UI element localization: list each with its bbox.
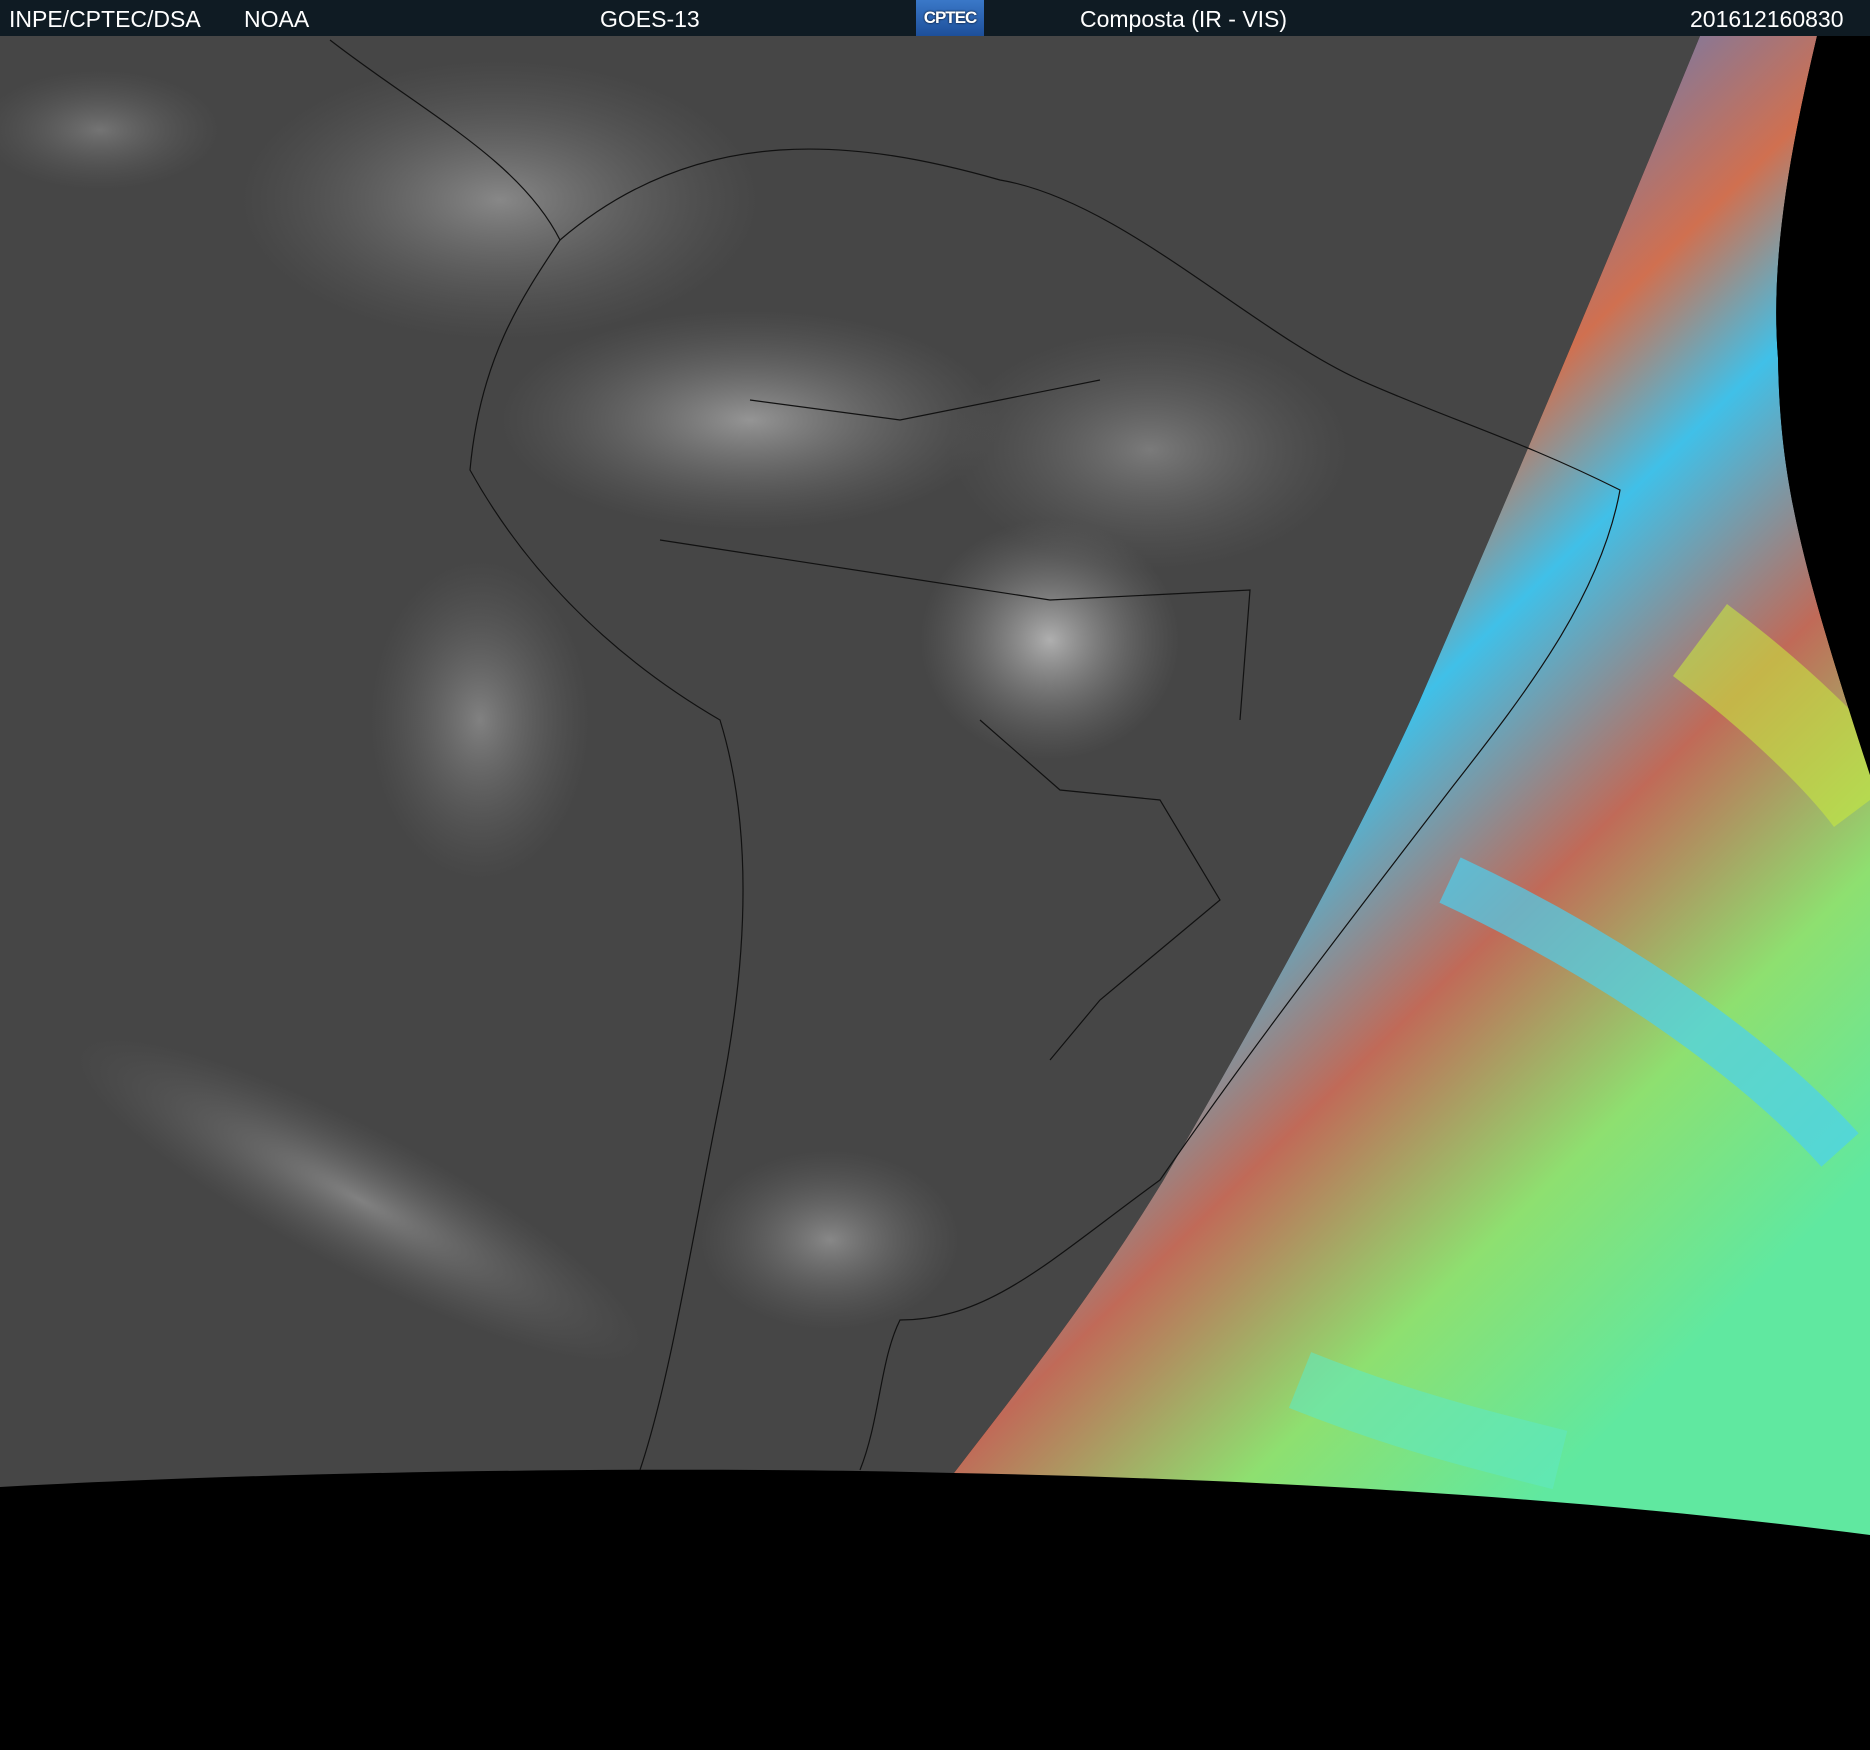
product-label: Composta (IR - VIS): [1080, 6, 1288, 32]
satellite-image: [0, 36, 1870, 1535]
org-label: INPE/CPTEC/DSA: [9, 6, 201, 32]
logo-text: CPTEC: [923, 8, 978, 27]
timestamp-label: 201612160830: [1690, 6, 1844, 32]
header-bar: INPE/CPTEC/DSA NOAA GOES-13 CPTEC Compos…: [0, 0, 1870, 36]
cptec-logo: CPTEC: [916, 0, 984, 36]
satellite-label: GOES-13: [600, 6, 700, 32]
agency-label: NOAA: [244, 6, 310, 32]
